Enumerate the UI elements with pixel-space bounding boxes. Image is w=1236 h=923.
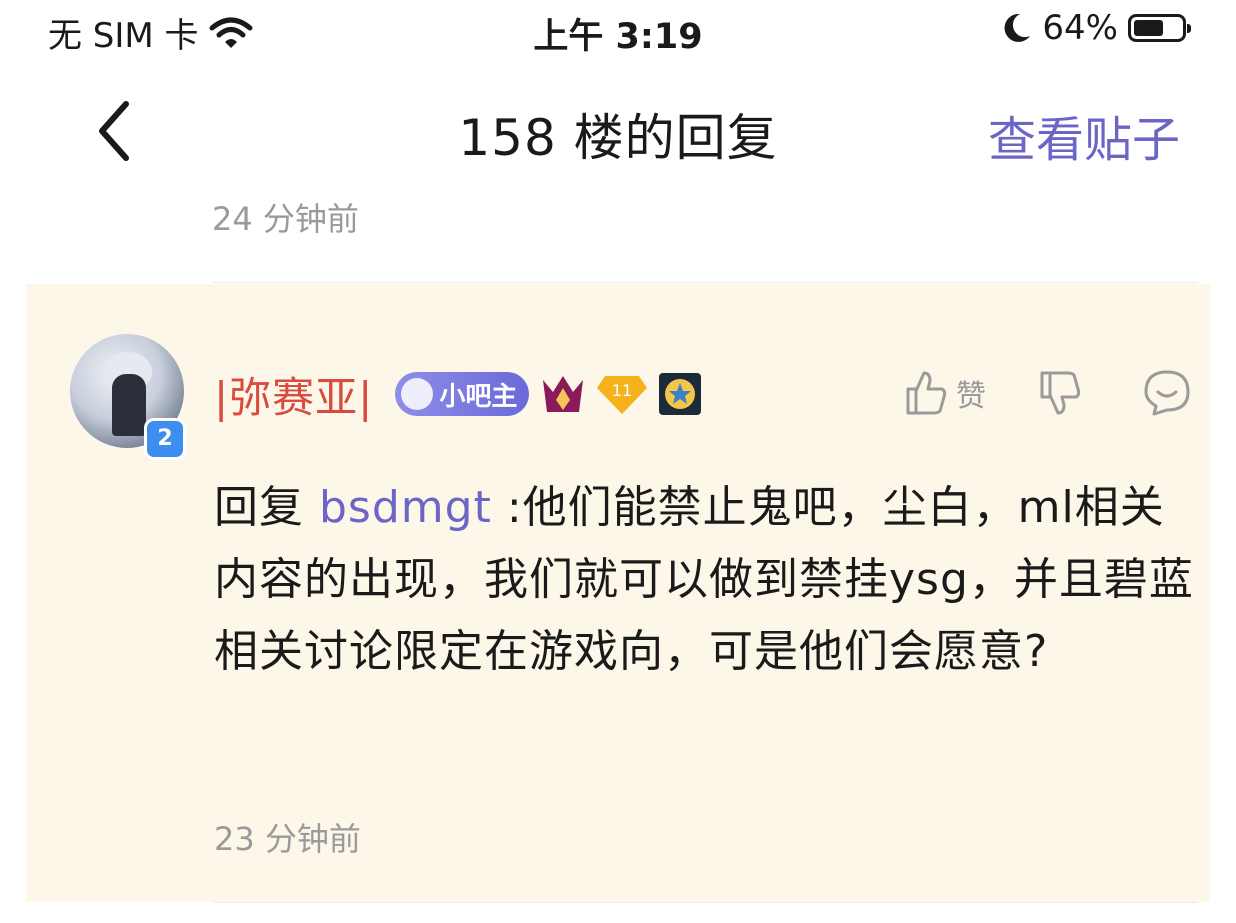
like-button[interactable]: 赞 — [902, 369, 986, 417]
admin-badge: 小吧主 — [395, 372, 530, 416]
reply-actions: 赞 — [902, 368, 1192, 418]
comment-button[interactable] — [1142, 368, 1192, 418]
level-badge: 2 — [144, 418, 186, 460]
divider — [212, 282, 1198, 283]
view-post-button[interactable]: 查看贴子 — [988, 100, 1180, 170]
username[interactable]: |弥赛亚| — [214, 364, 373, 425]
star-medal-icon — [659, 373, 702, 415]
like-label: 赞 — [956, 379, 986, 414]
parent-post-time: 24 分钟前 — [212, 200, 359, 238]
moon-icon — [1004, 13, 1031, 42]
admin-badge-label: 小吧主 — [439, 381, 518, 412]
nav-bar: 158 楼的回复 查看贴子 — [26, 78, 1210, 188]
battery-percent: 64% — [1042, 8, 1118, 48]
admin-badge-icon — [401, 378, 434, 410]
reply-text: 回复 bsdmgt :他们能禁止鬼吧，尘白，ml相关内容的出现，我们就可以做到禁… — [214, 472, 1194, 688]
battery-cap — [1187, 24, 1191, 33]
gem-level-icon: 11 — [597, 376, 648, 414]
reply-time: 23 分钟前 — [214, 820, 361, 858]
status-right: 64% — [1002, 8, 1191, 48]
user-row: |弥赛亚| 小吧主 11 — [214, 364, 703, 424]
reply-detail-screen: 无 SIM 卡 上午 3:19 64% 158 楼的回复 查看贴子 24 分钟前… — [26, 0, 1210, 923]
gem-level-text: 11 — [612, 381, 632, 400]
divider — [214, 902, 1198, 903]
battery-fill — [1134, 20, 1163, 36]
reply-prefix: 回复 — [214, 482, 319, 533]
dislike-button[interactable] — [1036, 369, 1082, 417]
battery-icon — [1128, 14, 1191, 42]
comment-icon — [1144, 370, 1190, 416]
thumbs-down-icon — [1040, 371, 1081, 415]
status-bar: 无 SIM 卡 上午 3:19 64% — [26, 0, 1210, 60]
reply-item: 2 |弥赛亚| 小吧主 11 赞 回复 bsdmgt:他们能禁止鬼吧，尘白，m… — [26, 284, 1210, 902]
crown-icon — [543, 376, 584, 412]
avatar-figure — [112, 374, 146, 436]
thumbs-up-icon — [906, 371, 947, 415]
mention-link[interactable]: bsdmgt — [319, 482, 492, 533]
